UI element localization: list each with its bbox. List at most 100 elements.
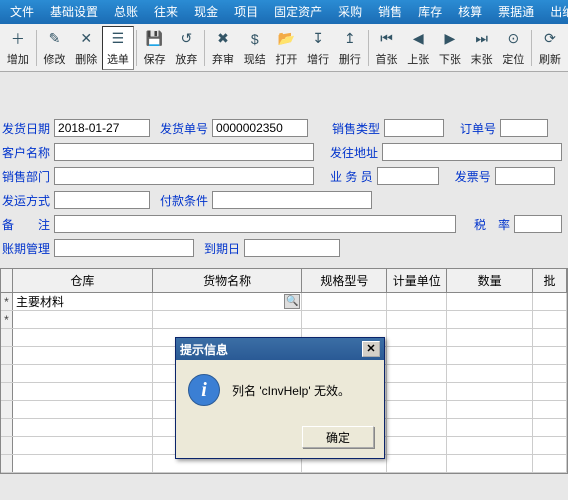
toolbar-增加[interactable]: ＋增加 bbox=[2, 26, 34, 70]
grid-cell[interactable] bbox=[387, 437, 447, 454]
grid-cell[interactable] bbox=[387, 347, 447, 364]
grid-cell[interactable] bbox=[387, 401, 447, 418]
menu-item[interactable]: 库存 bbox=[410, 0, 450, 24]
grid-cell[interactable] bbox=[13, 329, 153, 346]
grid-cell[interactable] bbox=[447, 365, 533, 382]
sales-dept-input[interactable] bbox=[54, 167, 314, 185]
grid-cell[interactable] bbox=[447, 293, 533, 310]
grid-cell[interactable] bbox=[447, 401, 533, 418]
grid-cell[interactable] bbox=[13, 401, 153, 418]
toolbar-选单[interactable]: ☰选单 bbox=[102, 26, 134, 70]
grid-cell[interactable]: 主要材料 bbox=[13, 293, 153, 310]
grid-cell[interactable] bbox=[13, 365, 153, 382]
grid-cell[interactable] bbox=[533, 437, 567, 454]
grid-header-cell[interactable]: 仓库 bbox=[13, 269, 153, 292]
grid-cell[interactable] bbox=[13, 311, 153, 328]
dialog-ok-button[interactable]: 确定 bbox=[302, 426, 374, 448]
menu-item[interactable]: 销售 bbox=[370, 0, 410, 24]
grid-header-cell[interactable]: 计量单位 bbox=[387, 269, 447, 292]
menu-item[interactable]: 现金 bbox=[186, 0, 226, 24]
grid-cell[interactable] bbox=[533, 455, 567, 472]
grid-cell[interactable] bbox=[13, 347, 153, 364]
grid-cell[interactable] bbox=[447, 383, 533, 400]
toolbar-删除[interactable]: ✕删除 bbox=[70, 26, 102, 70]
pay-term-input[interactable] bbox=[212, 191, 372, 209]
grid-cell[interactable] bbox=[153, 311, 303, 328]
invoice-input[interactable] bbox=[495, 167, 555, 185]
grid-cell[interactable] bbox=[302, 293, 387, 310]
grid-cell[interactable] bbox=[533, 329, 567, 346]
dialog-close-button[interactable]: ✕ bbox=[362, 341, 380, 357]
grid-cell[interactable] bbox=[447, 329, 533, 346]
grid-cell[interactable] bbox=[387, 365, 447, 382]
order-no-input[interactable] bbox=[500, 119, 548, 137]
toolbar-上张[interactable]: ◀上张 bbox=[402, 26, 434, 70]
grid-cell[interactable] bbox=[387, 293, 447, 310]
grid-cell[interactable] bbox=[387, 311, 447, 328]
menu-item[interactable]: 采购 bbox=[330, 0, 370, 24]
grid-header-cell[interactable]: 批 bbox=[533, 269, 567, 292]
toolbar-放弃[interactable]: ↺放弃 bbox=[170, 26, 202, 70]
grid-cell[interactable] bbox=[302, 311, 387, 328]
lookup-button[interactable]: 🔍 bbox=[284, 294, 300, 309]
grid-cell[interactable] bbox=[533, 311, 567, 328]
menu-item[interactable]: 固定资产 bbox=[266, 0, 330, 24]
grid-cell[interactable] bbox=[447, 347, 533, 364]
due-date-input[interactable] bbox=[244, 239, 340, 257]
toolbar-删行[interactable]: ↥删行 bbox=[334, 26, 366, 70]
menu-item[interactable]: 基础设置 bbox=[42, 0, 106, 24]
toolbar-首张[interactable]: ⏮首张 bbox=[371, 26, 403, 70]
grid-cell[interactable] bbox=[533, 383, 567, 400]
grid-header-cell[interactable]: 数量 bbox=[447, 269, 533, 292]
menu-item[interactable]: 票据通 bbox=[490, 0, 542, 24]
menu-item[interactable]: 总账 bbox=[106, 0, 146, 24]
grid-cell[interactable] bbox=[387, 419, 447, 436]
toolbar-下张[interactable]: ▶下张 bbox=[434, 26, 466, 70]
menu-item[interactable]: 核算 bbox=[450, 0, 490, 24]
tax-rate-input[interactable] bbox=[514, 215, 562, 233]
grid-cell[interactable] bbox=[447, 311, 533, 328]
menu-item[interactable]: 出纳通 bbox=[542, 0, 568, 24]
grid-cell[interactable] bbox=[533, 347, 567, 364]
toolbar-现结[interactable]: $现结 bbox=[239, 26, 271, 70]
grid-cell[interactable] bbox=[387, 329, 447, 346]
grid-cell[interactable] bbox=[387, 455, 447, 472]
menu-item[interactable]: 往来 bbox=[146, 0, 186, 24]
grid-cell[interactable] bbox=[13, 419, 153, 436]
grid-cell[interactable] bbox=[387, 383, 447, 400]
grid-header-cell[interactable]: 规格型号 bbox=[302, 269, 387, 292]
grid-cell[interactable] bbox=[533, 419, 567, 436]
salesman-input[interactable] bbox=[377, 167, 439, 185]
grid-cell[interactable] bbox=[533, 293, 567, 310]
menu-item[interactable]: 文件 bbox=[2, 0, 42, 24]
ship-mode-input[interactable] bbox=[54, 191, 150, 209]
grid-cell[interactable] bbox=[13, 383, 153, 400]
customer-input[interactable] bbox=[54, 143, 314, 161]
menu-item[interactable]: 项目 bbox=[226, 0, 266, 24]
grid-cell[interactable] bbox=[13, 437, 153, 454]
grid-header-cell[interactable]: 货物名称 bbox=[153, 269, 303, 292]
toolbar-增行[interactable]: ↧增行 bbox=[302, 26, 334, 70]
toolbar-末张[interactable]: ⏭末张 bbox=[466, 26, 498, 70]
grid-cell[interactable] bbox=[533, 401, 567, 418]
credit-input[interactable] bbox=[54, 239, 194, 257]
delivery-date-input[interactable] bbox=[54, 119, 150, 137]
ship-addr-input[interactable] bbox=[382, 143, 562, 161]
grid-cell[interactable] bbox=[533, 365, 567, 382]
grid-cell[interactable] bbox=[13, 455, 153, 472]
remark-input[interactable] bbox=[54, 215, 456, 233]
table-row[interactable]: *主要材料🔍 bbox=[1, 293, 567, 311]
toolbar-定位[interactable]: ⊙定位 bbox=[497, 26, 529, 70]
grid-cell[interactable] bbox=[447, 437, 533, 454]
sale-type-input[interactable] bbox=[384, 119, 444, 137]
toolbar-打开[interactable]: 📂打开 bbox=[271, 26, 303, 70]
toolbar-弃审[interactable]: ✖弃审 bbox=[207, 26, 239, 70]
delivery-no-input[interactable] bbox=[212, 119, 308, 137]
table-row[interactable]: * bbox=[1, 311, 567, 329]
grid-cell[interactable] bbox=[447, 419, 533, 436]
grid-cell[interactable]: 🔍 bbox=[153, 293, 303, 310]
toolbar-修改[interactable]: ✎修改 bbox=[39, 26, 71, 70]
grid-cell[interactable] bbox=[447, 455, 533, 472]
toolbar-刷新[interactable]: ⟳刷新 bbox=[534, 26, 566, 70]
toolbar-保存[interactable]: 💾保存 bbox=[139, 26, 171, 70]
